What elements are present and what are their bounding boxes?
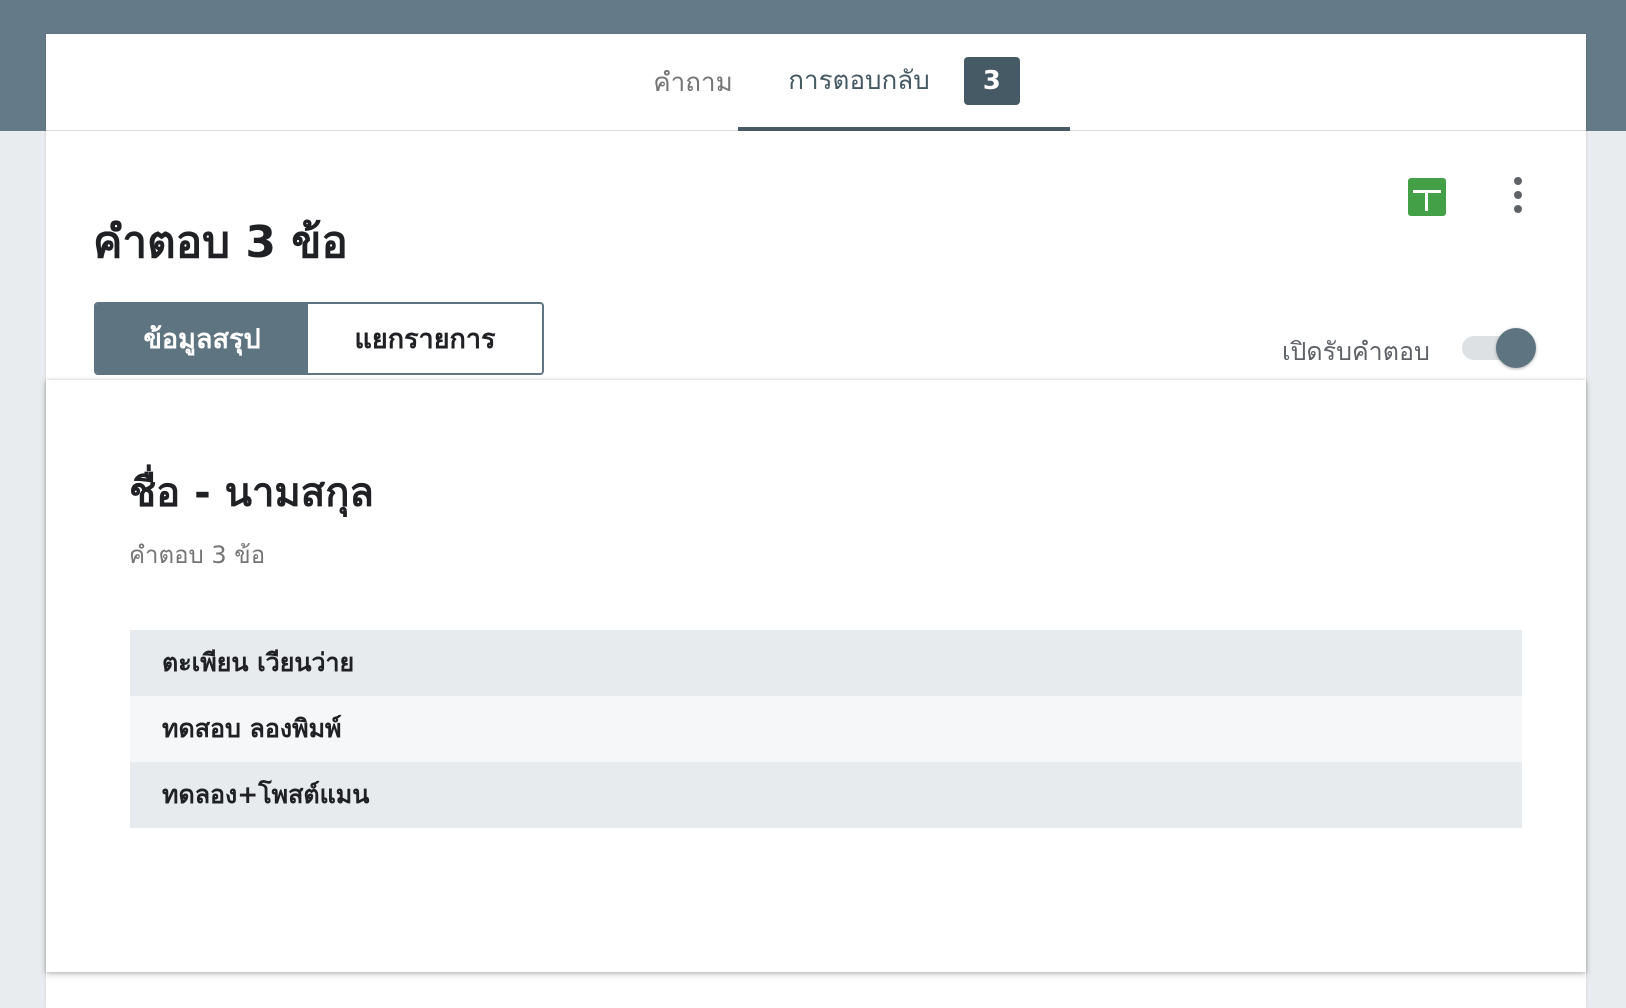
responses-count-badge: 3 [963,56,1020,105]
tab-questions-label: คำถาม [653,68,733,98]
accepting-responses-label: เปิดรับคำตอบ [1282,337,1430,366]
toggle-knob [1496,328,1536,368]
question-title: ชื่อ - นามสกุล [129,470,374,516]
answer-row: ทดลอง+โพสต์แมน [130,762,1522,828]
accepting-responses-toggle[interactable] [1462,328,1536,368]
more-vert-icon[interactable] [1503,175,1533,217]
answer-row: ทดสอบ ลองพิมพ์ [130,696,1522,762]
view-switcher: ข้อมูลสรุป แยกรายการ [94,302,544,375]
responses-header: คำตอบ 3 ข้อ ข้อมูลสรุป แยกรายการ เปิดรับ… [46,132,1586,414]
question-response-count: คำตอบ 3 ข้อ [129,541,266,569]
answer-row: ตะเพียน เวียนว่าย [130,630,1522,696]
question-summary-card: ชื่อ - นามสกุล คำตอบ 3 ข้อ ตะเพียน เวียน… [46,380,1586,972]
tab-responses-label: การตอบกลับ [788,66,930,96]
responses-title: คำตอบ 3 ข้อ [93,217,348,268]
summary-button[interactable]: ข้อมูลสรุป [96,304,309,373]
answer-list: ตะเพียน เวียนว่าย ทดสอบ ลองพิมพ์ ทดลอง+โ… [130,630,1522,828]
individual-button[interactable]: แยกรายการ [308,304,542,373]
tab-bar: คำถาม การตอบกลับ 3 [46,34,1586,131]
spreadsheet-add-icon[interactable] [1408,178,1446,216]
tab-responses[interactable]: การตอบกลับ 3 [738,34,1070,131]
